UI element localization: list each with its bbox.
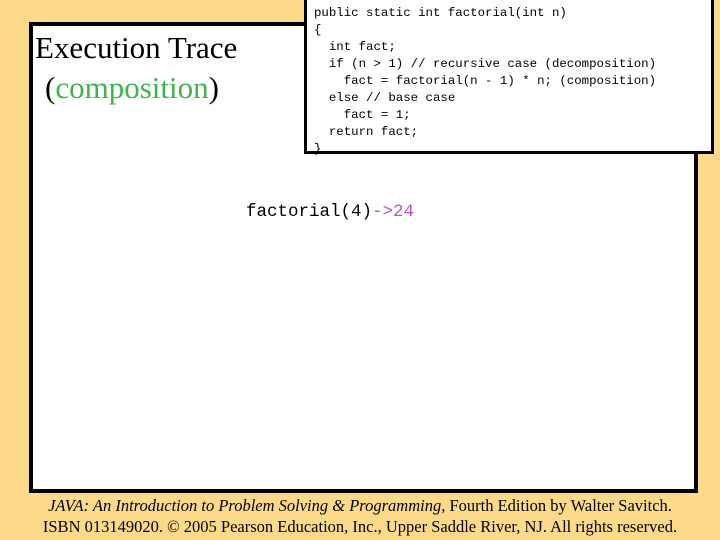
footer-line-1: JAVA: An Introduction to Problem Solving… <box>0 495 720 516</box>
execution-trace: factorial(4)->24 <box>246 202 414 222</box>
title-highlight: composition <box>55 70 209 105</box>
title-line-1: Execution Trace <box>35 30 238 65</box>
code-line: return fact; <box>314 125 419 139</box>
code-line: int fact; <box>314 40 396 54</box>
code-listing: public static int factorial(int n) { int … <box>304 0 714 156</box>
title-paren-open: ( <box>45 70 56 105</box>
footer-copyright: ISBN 013149020. © 2005 Pearson Education… <box>42 517 678 536</box>
trace-call: factorial(4) <box>246 202 373 222</box>
code-line: } <box>314 142 322 156</box>
trace-result: ->24 <box>372 202 415 222</box>
book-title: JAVA: An Introduction to Problem Solving… <box>48 496 442 515</box>
edition-text: , Fourth Edition by Walter Savitch. <box>441 496 672 515</box>
code-line: fact = factorial(n - 1) * n; (compositio… <box>314 74 657 88</box>
code-line: { <box>314 23 322 37</box>
code-line: fact = 1; <box>314 108 411 122</box>
code-line: if (n > 1) // recursive case (decomposit… <box>314 57 657 71</box>
code-line: public static int factorial(int n) <box>314 6 567 20</box>
title-paren-close: ) <box>208 70 219 105</box>
slide-title: Execution Trace (composition) <box>35 28 285 108</box>
title-line-2: (composition) <box>35 68 285 108</box>
footer-citation: JAVA: An Introduction to Problem Solving… <box>0 495 720 537</box>
code-line: else // base case <box>314 91 456 105</box>
